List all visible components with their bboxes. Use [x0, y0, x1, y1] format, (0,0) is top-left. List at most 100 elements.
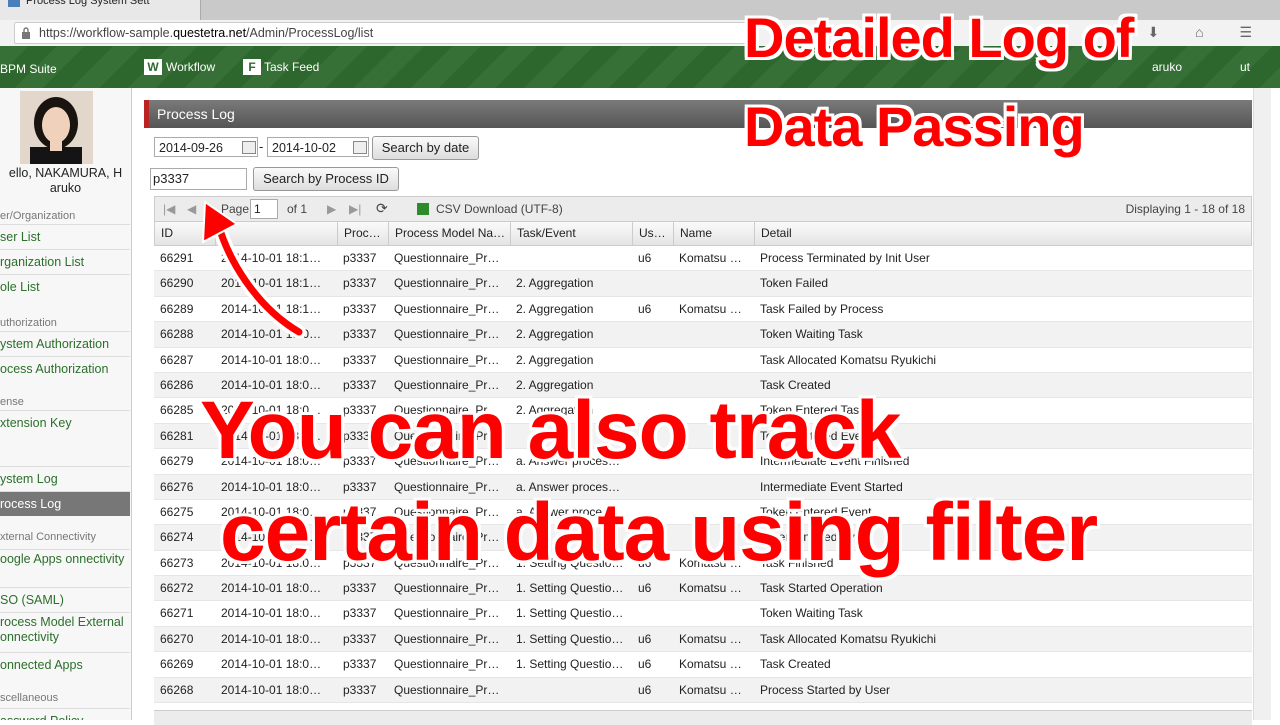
cell-model: Questionnaire_Pr… — [394, 352, 500, 367]
column-header[interactable]: Detail — [755, 222, 1253, 245]
sidebar-item-organization-list[interactable]: rganization List — [0, 249, 130, 274]
search-by-pid-button[interactable]: Search by Process ID — [253, 167, 399, 191]
cell-model: Questionnaire_Pr… — [394, 682, 500, 697]
lock-icon — [22, 27, 30, 39]
section-external-connectivity: xternal Connectivity — [0, 531, 96, 543]
panel-title: Process Log — [144, 100, 1252, 128]
column-header[interactable]: Process Model Na… — [389, 222, 511, 245]
cell-proc: p3337 — [343, 327, 377, 342]
cell-proc: p3337 — [343, 631, 377, 646]
next-page-icon[interactable]: ▶ — [327, 202, 336, 216]
cell-name: Komatsu … — [679, 301, 742, 316]
cell-proc: p3337 — [343, 682, 377, 697]
csv-icon — [417, 203, 429, 215]
sidebar-item-google-apps[interactable]: oogle Apps onnectivity — [0, 549, 130, 589]
cell-date: 2014-10-01 18:0… — [221, 657, 322, 672]
last-page-icon[interactable]: ▶| — [349, 202, 361, 216]
vertical-scrollbar[interactable] — [1253, 88, 1271, 720]
sidebar-item-role-list[interactable]: ole List — [0, 274, 130, 299]
sidebar-item-system-authorization[interactable]: ystem Authorization — [0, 331, 130, 356]
cell-model: Questionnaire_Pr… — [394, 581, 500, 596]
search-by-date-button[interactable]: Search by date — [372, 136, 479, 160]
process-id-input[interactable]: p3337 — [150, 168, 247, 190]
cell-user: u6 — [638, 251, 652, 265]
calendar-icon[interactable] — [242, 141, 256, 154]
table-row[interactable]: 66268 2014-10-01 18:0… p3337 Questionnaire_… — [154, 677, 1252, 704]
cell-id: 66276 — [160, 479, 194, 494]
avatar — [20, 91, 93, 164]
browser-tab-title: Process Log System Sett — [26, 0, 150, 7]
cell-model: Questionnaire_Pr… — [394, 251, 500, 265]
table-row[interactable]: 66269 2014-10-01 18:0… p3337 Questionnaire_… — [154, 652, 1252, 678]
sidebar-item-process-log[interactable]: rocess Log — [0, 491, 130, 516]
overlay-caption-line1: You can also track — [200, 385, 902, 476]
cell-date: 2014-10-01 18:0… — [221, 581, 322, 596]
sidebar-item-process-authorization[interactable]: ocess Authorization — [0, 356, 130, 381]
user-name[interactable]: aruko — [1152, 60, 1182, 74]
cell-detail: Task Failed by Process — [760, 301, 884, 316]
cell-detail: Task Allocated Komatsu Ryukichi — [760, 352, 937, 367]
cell-task: 2. Aggregation — [516, 276, 594, 291]
cell-detail: Token Waiting Task — [760, 606, 863, 621]
cell-detail: Token Waiting Task — [760, 327, 863, 342]
logout-link[interactable]: ut — [1240, 60, 1250, 74]
table-row[interactable]: 66272 2014-10-01 18:0… p3337 Questionnaire_… — [154, 576, 1252, 602]
cell-task: 1. Setting Questio… — [516, 606, 624, 621]
cell-detail: Process Started by User — [760, 682, 891, 697]
cell-date: 2014-10-01 18:0… — [221, 606, 322, 621]
cell-date: 2014-10-01 18:0… — [221, 352, 322, 367]
url-text: https://workflow-sample.questetra.net/Ad… — [39, 26, 374, 40]
csv-download-link[interactable]: CSV Download (UTF-8) — [436, 202, 563, 216]
hello-text: ello, NAKAMURA, H aruko — [8, 166, 123, 195]
column-header[interactable]: Proc… — [338, 222, 389, 245]
cell-date: 2014-10-01 18:0… — [221, 682, 322, 697]
cell-name: Komatsu … — [679, 251, 742, 265]
sidebar-item-sso-saml[interactable]: SO (SAML) — [0, 587, 130, 612]
table-row[interactable]: 66270 2014-10-01 18:0… p3337 Questionnaire_… — [154, 626, 1252, 653]
cell-proc: p3337 — [343, 581, 377, 596]
bottom-toolbar — [154, 710, 1252, 725]
cell-task: 1. Setting Questio… — [516, 657, 624, 672]
cell-id: 66275 — [160, 504, 194, 519]
column-header[interactable]: Task/Event — [511, 222, 633, 245]
refresh-icon[interactable]: ⟳ — [376, 200, 388, 217]
sidebar-item-connected-apps[interactable]: onnected Apps — [0, 652, 130, 677]
cell-proc: p3337 — [343, 606, 377, 621]
cell-proc: p3337 — [343, 276, 377, 291]
overlay-caption-line2: certain data using filter — [220, 487, 1098, 578]
column-header[interactable]: Name — [674, 222, 755, 245]
task-feed-link[interactable]: Task Feed — [264, 60, 319, 74]
cell-user: u6 — [638, 301, 652, 316]
displaying-count: Displaying 1 - 18 of 18 — [1125, 202, 1245, 216]
first-page-icon[interactable]: |◀ — [163, 202, 175, 216]
cell-detail: Task Created — [760, 657, 831, 672]
cell-task: 1. Setting Questio… — [516, 581, 624, 596]
cell-proc: p3337 — [343, 352, 377, 367]
cell-model: Questionnaire_Pr… — [394, 631, 500, 646]
table-row[interactable]: 66271 2014-10-01 18:0… p3337 Questionnaire_… — [154, 601, 1252, 627]
cell-model: Questionnaire_Pr… — [394, 301, 500, 316]
sidebar-item-process-model-external[interactable]: rocess Model External onnectivity — [0, 612, 130, 652]
avatar-photo — [20, 91, 93, 164]
calendar-icon[interactable] — [353, 141, 367, 154]
sidebar-item-extension-key[interactable]: xtension Key — [0, 410, 130, 435]
cell-name: Komatsu … — [679, 581, 742, 596]
browser-tab[interactable]: Process Log System Sett — [0, 0, 201, 20]
brand-link[interactable]: BPM Suite — [0, 62, 57, 76]
sidebar-item-user-list[interactable]: ser List — [0, 224, 130, 249]
cell-id: 66274 — [160, 530, 194, 545]
cell-user: u6 — [638, 657, 652, 672]
workflow-link[interactable]: Workflow — [166, 60, 215, 74]
sidebar-item-password-policy[interactable]: assword Policy — [0, 708, 130, 720]
cell-id: 66270 — [160, 631, 194, 646]
cell-name: Komatsu … — [679, 631, 742, 646]
table-row[interactable]: 66287 2014-10-01 18:0… p3337 Questionnaire_… — [154, 348, 1252, 373]
red-arrow-icon — [201, 200, 306, 338]
cell-task: 2. Aggregation — [516, 301, 594, 316]
section-license: ense — [0, 396, 24, 408]
cell-name: Komatsu … — [679, 657, 742, 672]
url-field[interactable]: https://workflow-sample.questetra.net/Ad… — [14, 22, 756, 44]
sidebar-item-system-log[interactable]: ystem Log — [0, 466, 130, 491]
column-header[interactable]: Us… — [633, 222, 674, 245]
cell-user: u6 — [638, 631, 652, 646]
